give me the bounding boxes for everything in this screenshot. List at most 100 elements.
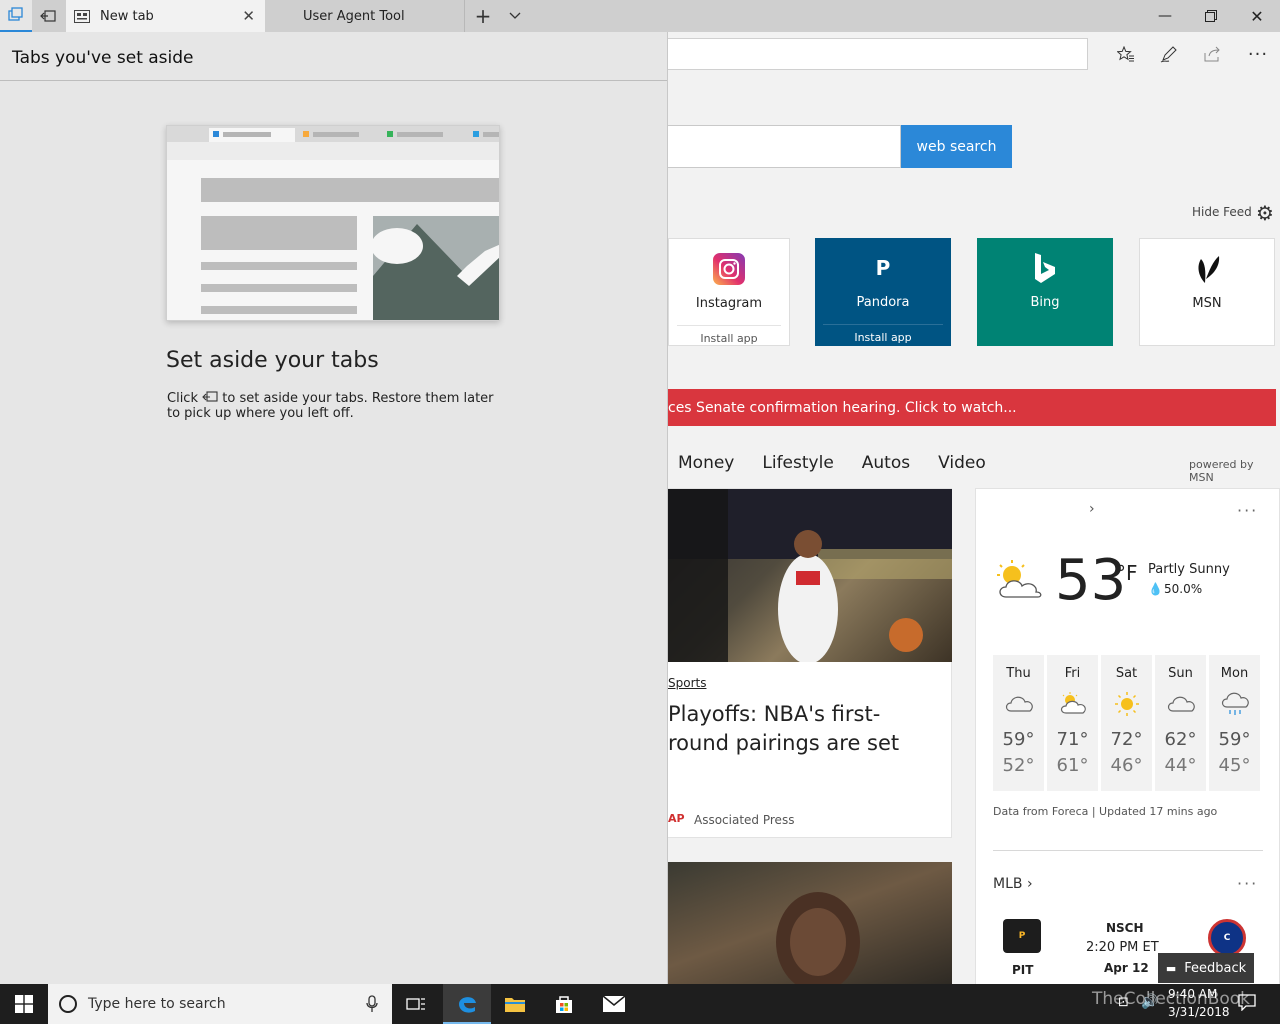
tab-label: User Agent Tool xyxy=(303,8,405,24)
banner-text: ces Senate confirmation hearing. Click t… xyxy=(668,399,1017,416)
taskbar-search-placeholder: Type here to search xyxy=(88,996,226,1012)
store-icon[interactable] xyxy=(540,984,588,1024)
weather-card[interactable]: › ··· 53 °F Partly Sunny 💧 50.0% Thu 59°… xyxy=(975,488,1280,984)
team-abbreviation: PIT xyxy=(1012,963,1034,977)
network-icon[interactable]: ⊡ xyxy=(1118,995,1129,1010)
new-tab-page: web search Hide Feed ⚙ Instagram Install… xyxy=(668,76,1280,984)
tile-msn[interactable]: MSN xyxy=(1139,238,1275,346)
msn-butterfly-icon xyxy=(1140,253,1274,285)
forecast-day[interactable]: Sun 62° 44° xyxy=(1155,655,1206,791)
breaking-news-banner[interactable]: ces Senate confirmation hearing. Click t… xyxy=(668,389,1276,426)
ap-logo: AP xyxy=(668,812,685,825)
tabs-aside-panel: Tabs you've set aside Set aside your tab… xyxy=(0,32,668,984)
close-tab-icon[interactable]: ✕ xyxy=(242,7,255,25)
day-low: 44° xyxy=(1164,755,1197,776)
news-card[interactable]: Sports Playoffs: NBA's first-round pairi… xyxy=(668,488,952,838)
cubs-logo: C xyxy=(1208,919,1246,957)
feedback-icon: ▬ xyxy=(1165,961,1177,975)
clock-time[interactable]: 9:40 AM xyxy=(1168,987,1217,1001)
forecast-day[interactable]: Sat 72° 46° xyxy=(1101,655,1152,791)
tab-user-agent-tool[interactable]: User Agent Tool xyxy=(266,0,465,32)
pen-note-icon[interactable] xyxy=(1157,42,1181,66)
nav-autos[interactable]: Autos xyxy=(862,453,910,473)
tab-preview-chevron-icon[interactable] xyxy=(499,0,531,32)
tile-instagram[interactable]: Instagram Install app xyxy=(668,238,790,346)
story-category[interactable]: Sports xyxy=(668,676,706,690)
tile-label: Pandora xyxy=(856,295,910,310)
pandora-icon: P xyxy=(875,256,891,280)
tile-pandora[interactable]: P Pandora Install app xyxy=(815,238,951,346)
description-prefix: Click xyxy=(167,391,198,406)
sun-icon xyxy=(1101,691,1152,716)
search-input[interactable] xyxy=(668,125,901,168)
day-low: 46° xyxy=(1110,755,1143,776)
temperature-unit[interactable]: °F xyxy=(1116,561,1138,585)
tile-label: Instagram xyxy=(695,296,763,311)
taskbar: Type here to search TheCollectionBook ⊡ … xyxy=(0,984,1280,1024)
clock-date[interactable]: 3/31/2018 xyxy=(1168,1005,1230,1019)
share-icon[interactable] xyxy=(1201,42,1225,66)
instagram-icon xyxy=(669,253,789,285)
day-name: Sat xyxy=(1115,666,1138,681)
volume-icon[interactable]: 🔊 xyxy=(1141,994,1158,1010)
tab-label: New tab xyxy=(100,8,154,24)
tile-label: Bing xyxy=(1030,295,1060,310)
install-app-link[interactable]: Install app xyxy=(677,325,781,345)
feedback-label: Feedback xyxy=(1184,960,1247,976)
windows-logo-icon xyxy=(15,995,33,1013)
nav-video[interactable]: Video xyxy=(938,453,986,473)
partly-sunny-icon xyxy=(992,557,1046,605)
file-explorer-icon[interactable] xyxy=(491,984,539,1024)
basketball-photo[interactable] xyxy=(668,489,952,662)
raindrop-icon: 💧 xyxy=(1148,582,1163,596)
day-high: 59° xyxy=(1218,729,1251,750)
feedback-button[interactable]: ▬ Feedback xyxy=(1158,953,1254,983)
start-button[interactable] xyxy=(0,984,48,1024)
more-options-icon[interactable]: ··· xyxy=(1237,501,1258,520)
news-photo[interactable] xyxy=(668,862,952,984)
microphone-icon[interactable] xyxy=(366,995,378,1013)
action-center-icon[interactable] xyxy=(1238,993,1256,1015)
cortana-icon xyxy=(59,995,77,1013)
close-window-icon[interactable]: ✕ xyxy=(1234,0,1280,32)
feed-nav: Money Lifestyle Autos Video xyxy=(678,453,1014,473)
favorites-star-icon[interactable] xyxy=(1114,42,1138,66)
more-options-icon[interactable]: ··· xyxy=(1246,42,1270,66)
task-view-icon[interactable] xyxy=(392,984,440,1024)
set-aside-heading: Set aside your tabs xyxy=(166,348,379,373)
install-app-link[interactable]: Install app xyxy=(823,324,943,344)
tab-new-tab[interactable]: New tab ✕ xyxy=(66,0,265,32)
story-source: Associated Press xyxy=(694,813,795,827)
mlb-link[interactable]: MLB › xyxy=(993,876,1033,892)
nav-lifestyle[interactable]: Lifestyle xyxy=(762,453,833,473)
minimize-icon[interactable]: — xyxy=(1142,0,1188,32)
address-bar[interactable] xyxy=(668,38,1088,70)
new-tab-plus-icon[interactable]: + xyxy=(467,0,499,32)
edge-browser-icon[interactable] xyxy=(443,984,491,1024)
set-aside-icon xyxy=(202,391,218,402)
forecast-day[interactable]: Fri 71° 61° xyxy=(1047,655,1098,791)
browser-toolbar: ··· xyxy=(668,32,1280,76)
partly-sunny-icon xyxy=(1047,691,1098,715)
taskbar-search-box[interactable]: Type here to search xyxy=(48,984,392,1024)
restore-icon[interactable] xyxy=(1188,0,1234,32)
mail-icon[interactable] xyxy=(590,984,638,1024)
web-search-button[interactable]: web search xyxy=(901,125,1012,168)
chevron-right-icon[interactable]: › xyxy=(1089,501,1095,517)
tile-bing[interactable]: Bing xyxy=(977,238,1113,346)
forecast-day[interactable]: Mon 59° 45° xyxy=(1209,655,1260,791)
day-high: 72° xyxy=(1110,729,1143,750)
panel-title: Tabs you've set aside xyxy=(12,48,194,68)
hide-feed-link[interactable]: Hide Feed xyxy=(1192,205,1252,219)
divider xyxy=(993,850,1263,851)
pirates-logo: P xyxy=(1003,919,1041,953)
tabs-aside-button[interactable] xyxy=(0,0,32,32)
forecast-day[interactable]: Thu 59° 52° xyxy=(993,655,1044,791)
set-aside-tabs-button[interactable] xyxy=(32,0,64,32)
nav-money[interactable]: Money xyxy=(678,453,734,473)
gear-icon[interactable]: ⚙ xyxy=(1256,201,1274,225)
forecast-source: Data from Foreca | Updated 17 mins ago xyxy=(993,805,1218,818)
more-options-icon[interactable]: ··· xyxy=(1237,874,1258,893)
day-name: Thu xyxy=(1006,666,1031,681)
story-headline[interactable]: Playoffs: NBA's first-round pairings are… xyxy=(668,700,938,758)
